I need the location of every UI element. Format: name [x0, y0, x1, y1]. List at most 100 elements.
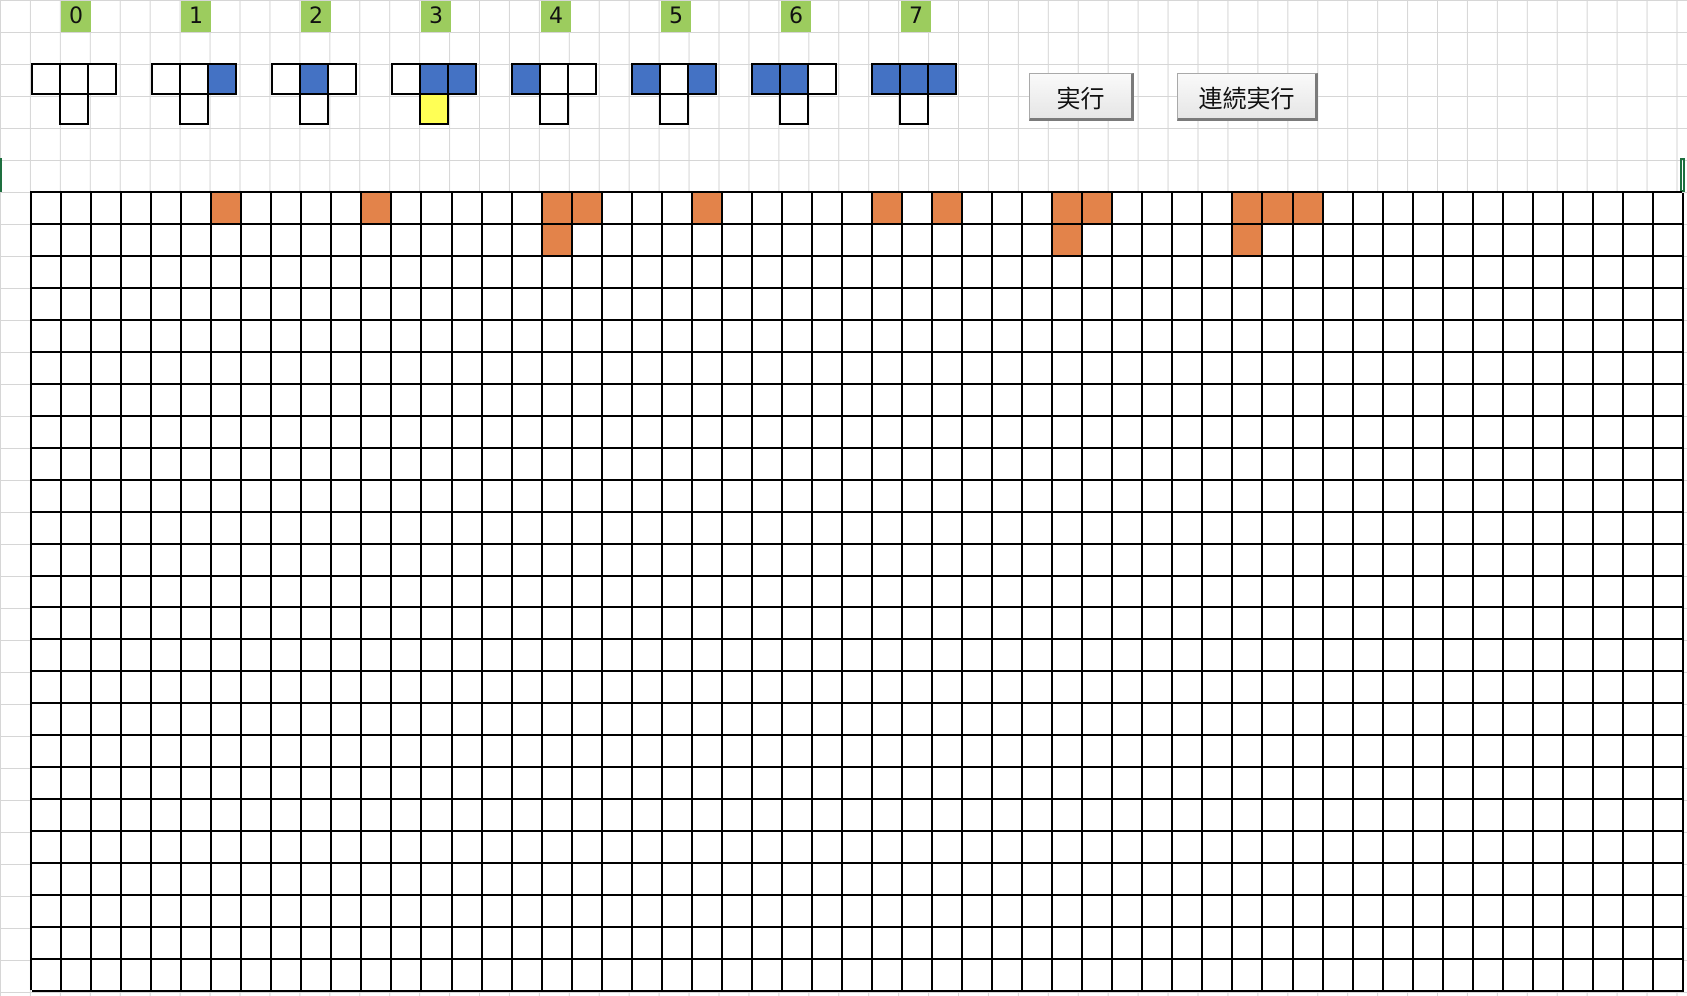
grid-cell[interactable] [452, 736, 483, 769]
grid-cell[interactable] [242, 480, 273, 513]
grid-cell[interactable] [452, 800, 483, 833]
grid-cell[interactable] [1263, 704, 1294, 737]
grid-cell[interactable] [873, 672, 904, 705]
grid-cell[interactable] [1383, 224, 1414, 257]
grid-cell[interactable] [302, 704, 333, 737]
grid-cell[interactable] [92, 288, 123, 321]
grid-cell[interactable] [32, 704, 63, 737]
grid-cell[interactable] [1083, 448, 1114, 481]
grid-cell[interactable] [32, 544, 63, 577]
grid-cell[interactable] [873, 416, 904, 449]
grid-cell[interactable] [1353, 576, 1384, 609]
grid-cell[interactable] [1383, 672, 1414, 705]
grid-cell[interactable] [1233, 352, 1264, 385]
grid-cell[interactable] [92, 384, 123, 417]
grid-cell[interactable] [1023, 384, 1054, 417]
grid-cell[interactable] [873, 864, 904, 897]
grid-cell[interactable] [1623, 256, 1654, 289]
grid-cell[interactable] [1203, 864, 1234, 897]
grid-cell[interactable] [1263, 608, 1294, 641]
grid-cell[interactable] [1083, 288, 1114, 321]
grid-cell[interactable] [1593, 512, 1624, 545]
grid-cell[interactable] [242, 864, 273, 897]
grid-cell[interactable] [1083, 704, 1114, 737]
grid-cell[interactable] [1233, 416, 1264, 449]
grid-cell[interactable] [1053, 288, 1084, 321]
grid-cell[interactable] [1413, 193, 1444, 225]
grid-cell[interactable] [782, 480, 813, 513]
grid-cell[interactable] [1413, 672, 1444, 705]
grid-cell[interactable] [602, 736, 633, 769]
grid-cell[interactable] [812, 608, 843, 641]
grid-cell[interactable] [842, 352, 873, 385]
grid-cell[interactable] [32, 832, 63, 865]
grid-cell[interactable] [32, 736, 63, 769]
grid-cell[interactable] [1473, 544, 1504, 577]
grid-cell[interactable] [1593, 960, 1624, 992]
rule-7-top-cell-1[interactable] [899, 63, 929, 95]
grid-cell[interactable] [1173, 544, 1204, 577]
grid-cell[interactable] [602, 704, 633, 737]
grid-cell[interactable] [482, 576, 513, 609]
grid-cell[interactable] [1173, 800, 1204, 833]
grid-cell[interactable] [302, 576, 333, 609]
grid-cell[interactable] [302, 193, 333, 225]
grid-cell[interactable] [662, 768, 693, 801]
grid-cell[interactable] [752, 544, 783, 577]
grid-cell[interactable] [842, 832, 873, 865]
grid-cell[interactable] [1203, 576, 1234, 609]
grid-cell[interactable] [452, 768, 483, 801]
grid-cell[interactable] [482, 768, 513, 801]
grid-cell[interactable] [782, 768, 813, 801]
grid-cell[interactable] [602, 640, 633, 673]
grid-cell[interactable] [1293, 704, 1324, 737]
grid-cell[interactable] [182, 672, 213, 705]
grid-cell[interactable] [212, 928, 243, 961]
grid-cell[interactable] [812, 832, 843, 865]
grid-cell[interactable] [1383, 288, 1414, 321]
grid-cell[interactable] [722, 608, 753, 641]
grid-cell[interactable] [1533, 512, 1564, 545]
grid-cell[interactable] [332, 864, 363, 897]
grid-cell[interactable] [1503, 736, 1534, 769]
grid-cell[interactable] [632, 384, 663, 417]
grid-cell[interactable] [1023, 640, 1054, 673]
grid-cell[interactable] [512, 448, 543, 481]
grid-cell[interactable] [1653, 193, 1684, 225]
grid-cell[interactable] [422, 480, 453, 513]
grid-cell[interactable] [722, 768, 753, 801]
grid-cell[interactable] [1083, 480, 1114, 513]
grid-cell[interactable] [1443, 576, 1474, 609]
grid-cell[interactable] [542, 576, 573, 609]
grid-cell[interactable] [482, 640, 513, 673]
grid-cell[interactable] [632, 896, 663, 929]
grid-cell[interactable] [1173, 832, 1204, 865]
grid-cell[interactable] [1653, 672, 1684, 705]
grid-cell[interactable] [1383, 736, 1414, 769]
grid-cell[interactable] [933, 672, 964, 705]
grid-cell[interactable] [392, 864, 423, 897]
grid-cell[interactable] [722, 448, 753, 481]
grid-cell[interactable] [542, 768, 573, 801]
grid-cell[interactable] [1173, 864, 1204, 897]
grid-cell[interactable] [302, 352, 333, 385]
grid-cell[interactable] [873, 352, 904, 385]
grid-cell[interactable] [1623, 768, 1654, 801]
rule-1-top-cell-2[interactable] [207, 63, 237, 95]
grid-cell[interactable] [692, 288, 723, 321]
grid-cell[interactable] [963, 960, 994, 992]
grid-cell[interactable] [152, 640, 183, 673]
grid-cell-filled[interactable] [873, 193, 904, 225]
grid-cell[interactable] [362, 640, 393, 673]
grid-cell[interactable] [782, 928, 813, 961]
grid-cell[interactable] [1623, 736, 1654, 769]
grid-cell[interactable] [1233, 640, 1264, 673]
grid-cell[interactable] [302, 736, 333, 769]
grid-cell[interactable] [1053, 672, 1084, 705]
grid-cell[interactable] [1653, 352, 1684, 385]
grid-cell[interactable] [452, 512, 483, 545]
grid-cell[interactable] [873, 384, 904, 417]
grid-cell[interactable] [362, 416, 393, 449]
grid-cell-filled[interactable] [542, 224, 573, 257]
grid-cell[interactable] [482, 448, 513, 481]
